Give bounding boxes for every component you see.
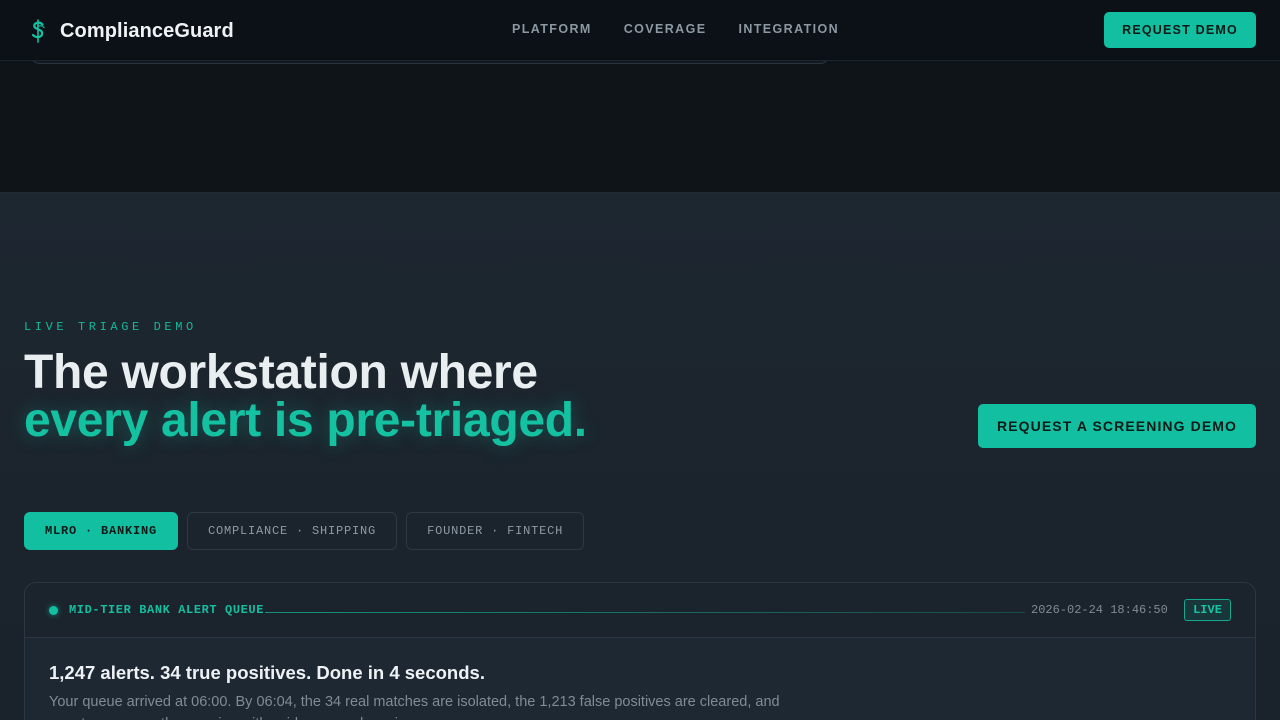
queue-progress-line bbox=[265, 612, 1025, 613]
alert-queue-panel: MID-TIER BANK ALERT QUEUE 2026-02-24 18:… bbox=[24, 582, 1256, 720]
persona-tabs: MLRO · BANKING COMPLIANCE · SHIPPING FOU… bbox=[24, 512, 585, 550]
dollar-shield-icon bbox=[31, 19, 45, 43]
tab-founder-fintech[interactable]: FOUNDER · FINTECH bbox=[406, 512, 585, 550]
nav-link-platform[interactable]: PLATFORM bbox=[512, 22, 592, 36]
tab-mlro-banking[interactable]: MLRO · BANKING bbox=[24, 512, 179, 550]
queue-label: MID-TIER BANK ALERT QUEUE bbox=[69, 603, 265, 617]
top-nav: ComplianceGuard PLATFORM COVERAGE INTEGR… bbox=[0, 0, 1280, 61]
timestamp: 2026-02-24 18:46:50 bbox=[1031, 603, 1168, 617]
status-badge: LIVE bbox=[1184, 599, 1231, 621]
headline-line-1: The workstation where bbox=[24, 346, 538, 399]
nav-links: PLATFORM COVERAGE INTEGRATION bbox=[512, 22, 839, 36]
tab-compliance-shipping[interactable]: COMPLIANCE · SHIPPING bbox=[187, 512, 398, 550]
page-title: The workstation where every alert is pre… bbox=[24, 349, 587, 445]
nav-link-integration[interactable]: INTEGRATION bbox=[738, 22, 839, 36]
eyebrow-label: LIVE TRIAGE DEMO bbox=[24, 320, 197, 334]
live-status-dot bbox=[49, 606, 58, 615]
brand-name: ComplianceGuard bbox=[60, 19, 234, 42]
panel-header: MID-TIER BANK ALERT QUEUE 2026-02-24 18:… bbox=[25, 583, 1255, 638]
request-demo-button[interactable]: REQUEST DEMO bbox=[1104, 12, 1256, 48]
request-screening-demo-button[interactable]: REQUEST A SCREENING DEMO bbox=[978, 404, 1256, 448]
panel-title: 1,247 alerts. 34 true positives. Done in… bbox=[49, 662, 485, 683]
headline-line-2: every alert is pre-triaged. bbox=[24, 394, 587, 447]
nav-link-coverage[interactable]: COVERAGE bbox=[624, 22, 707, 36]
brand[interactable]: ComplianceGuard bbox=[28, 18, 234, 44]
panel-description: Your queue arrived at 06:00. By 06:04, t… bbox=[49, 694, 780, 720]
